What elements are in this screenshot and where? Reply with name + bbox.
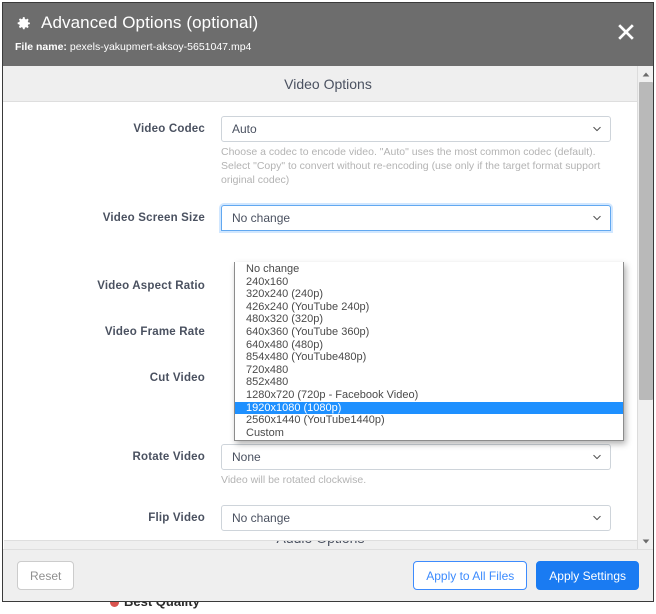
dropdown-option[interactable]: 640x360 (YouTube 360p) — [235, 326, 623, 339]
video-codec-select[interactable]: Auto — [221, 116, 611, 142]
label-video-frame-rate: Video Frame Rate — [104, 326, 205, 338]
dropdown-option[interactable]: Custom — [235, 427, 623, 440]
label-video-aspect-ratio: Video Aspect Ratio — [97, 280, 205, 292]
dropdown-option[interactable]: 240x160 — [235, 276, 623, 289]
helper-rotate-video: Video will be rotated clockwise. — [221, 474, 367, 486]
video-options-section-header: Video Options — [3, 66, 653, 102]
scrollbar-thumb[interactable] — [639, 82, 653, 400]
dropdown-option[interactable]: 2560x1440 (YouTube1440p) — [235, 414, 623, 427]
field-row-flip-video: Flip Video No change — [3, 505, 623, 531]
close-icon[interactable] — [615, 21, 637, 43]
field-row-video-screen-size: Video Screen Size No change — [3, 205, 623, 231]
file-name-value: pexels-yakupmert-aksoy-5651047.mp4 — [69, 41, 252, 53]
video-codec-value: Auto — [232, 122, 257, 136]
dropdown-option[interactable]: 640x480 (480p) — [235, 339, 623, 352]
dialog-header: Advanced Options (optional) File name: p… — [3, 3, 653, 66]
dropdown-option-selected[interactable]: 1920x1080 (1080p) — [235, 401, 623, 415]
audio-options-title: Audio Options — [4, 541, 637, 546]
scroll-down-icon[interactable] — [638, 533, 653, 549]
rotate-video-value: None — [232, 450, 261, 464]
dropdown-option[interactable]: No change — [235, 263, 623, 276]
dropdown-option[interactable]: 426x240 (YouTube 240p) — [235, 301, 623, 314]
video-screen-size-dropdown[interactable]: No change 240x160 320x240 (240p) 426x240… — [234, 262, 624, 442]
scroll-up-icon[interactable] — [638, 66, 653, 82]
advanced-options-dialog: Advanced Options (optional) File name: p… — [2, 2, 654, 602]
rotate-video-select[interactable]: None — [221, 444, 611, 470]
label-video-screen-size: Video Screen Size — [102, 212, 205, 224]
dropdown-option[interactable]: 854x480 (YouTube480p) — [235, 351, 623, 364]
label-cut-video: Cut Video — [149, 372, 205, 384]
dropdown-option[interactable]: 480x320 (320p) — [235, 313, 623, 326]
dropdown-option[interactable]: 320x240 (240p) — [235, 288, 623, 301]
flip-video-value: No change — [232, 511, 291, 525]
dialog-title-row: Advanced Options (optional) — [15, 13, 639, 33]
chevron-down-icon — [593, 215, 601, 221]
audio-options-section-header: Audio Options — [4, 540, 637, 549]
dropdown-option[interactable]: 720x480 — [235, 364, 623, 377]
chevron-down-icon — [593, 126, 601, 132]
video-options-title: Video Options — [284, 75, 372, 92]
dialog-file-name: File name: pexels-yakupmert-aksoy-565104… — [15, 41, 639, 54]
helper-video-codec: Choose a codec to encode video. "Auto" u… — [221, 146, 601, 186]
dialog-footer: Reset Apply to All Files Apply Settings — [3, 549, 653, 601]
footer-actions: Apply to All Files Apply Settings — [413, 561, 639, 590]
video-screen-size-select[interactable]: No change — [221, 205, 611, 231]
dialog-body: Video Options Video Codec Auto Choose a … — [3, 66, 653, 549]
vertical-scrollbar[interactable] — [637, 66, 653, 549]
control-video-codec: Auto Choose a codec to encode video. "Au… — [221, 116, 611, 187]
screenshot-root: Best Quality Advanced Options (optional)… — [0, 0, 656, 614]
control-rotate-video: None Video will be rotated clockwise. — [221, 444, 611, 487]
dialog-title: Advanced Options (optional) — [41, 13, 259, 32]
label-flip-video: Flip Video — [148, 512, 205, 524]
chevron-down-icon — [593, 515, 601, 521]
apply-settings-button[interactable]: Apply Settings — [536, 561, 639, 590]
dropdown-option[interactable]: 1280x720 (720p - Facebook Video) — [235, 389, 623, 402]
file-name-label: File name: — [15, 41, 67, 53]
label-rotate-video: Rotate Video — [132, 451, 205, 463]
reset-button[interactable]: Reset — [17, 561, 75, 590]
dropdown-option[interactable]: 852x480 — [235, 376, 623, 389]
chevron-down-icon — [593, 454, 601, 460]
label-video-codec: Video Codec — [133, 123, 205, 135]
gear-icon — [15, 15, 32, 32]
control-video-screen-size: No change — [221, 205, 611, 231]
field-row-video-codec: Video Codec Auto Choose a codec to encod… — [3, 116, 623, 187]
flip-video-select[interactable]: No change — [221, 505, 611, 531]
field-row-rotate-video: Rotate Video None Video will be rotated … — [3, 444, 623, 487]
video-screen-size-value: No change — [232, 211, 291, 225]
apply-to-all-files-button[interactable]: Apply to All Files — [413, 561, 528, 590]
control-flip-video: No change — [221, 505, 611, 531]
